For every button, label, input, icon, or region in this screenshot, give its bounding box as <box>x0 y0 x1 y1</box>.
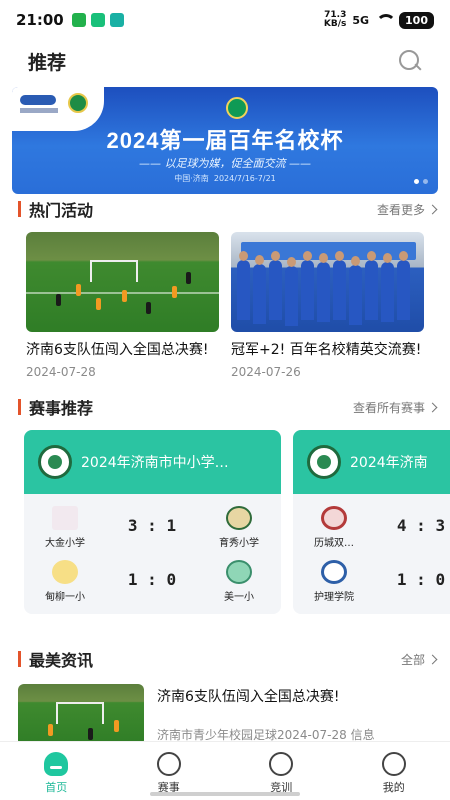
app-notification-icon <box>71 13 86 27</box>
match-game-row[interactable]: 护理学院 1 : 0 <box>293 554 450 610</box>
tab-home[interactable]: 首页 <box>0 742 113 800</box>
match-game-row[interactable]: 甸柳一小 1 : 0 美一小 <box>24 554 281 610</box>
app-notification-icon <box>109 13 124 27</box>
status-indicators: 71.3 KB/s 5G 100 <box>324 11 434 29</box>
team-logo-icon <box>52 560 78 584</box>
home-team: 历城双… <box>299 506 369 549</box>
home-team: 甸柳一小 <box>30 560 100 603</box>
section-accent-bar <box>18 399 21 415</box>
see-all-matches-link[interactable]: 查看所有赛事 <box>353 399 438 416</box>
section-title: 赛事推荐 <box>29 399 94 418</box>
news-item[interactable]: 济南6支队伍闯入全国总决赛! 济南市青少年校园足球2024-07-28 信息 <box>18 684 438 746</box>
away-team: 美一小 <box>204 560 274 603</box>
news-title: 济南6支队伍闯入全国总决赛! <box>157 689 340 705</box>
activity-title: 济南6支队伍闯入全国总决赛! <box>26 342 209 358</box>
league-logo-icon <box>38 445 72 479</box>
banner-title: 2024第一届百年名校杯 <box>106 128 344 153</box>
activity-image <box>26 232 219 332</box>
compass-icon <box>269 752 294 776</box>
face-icon <box>381 752 406 776</box>
carousel-indicator <box>414 179 428 184</box>
section-accent-bar <box>18 651 21 667</box>
chevron-right-icon <box>427 402 438 412</box>
system-home-indicator[interactable] <box>150 792 300 796</box>
match-name: 2024年济南 <box>350 455 428 471</box>
home-team: 护理学院 <box>299 560 369 603</box>
home-team: 大金小学 <box>30 506 100 549</box>
match-score: 1 : 0 <box>396 570 446 589</box>
match-game-row[interactable]: 历城双… 4 : 3 <box>293 500 450 556</box>
match-name: 2024年济南市中小学… <box>81 455 229 471</box>
section-title: 热门活动 <box>29 201 94 220</box>
away-team: 育秀小学 <box>204 506 274 549</box>
activity-card[interactable]: 济南6支队伍闯入全国总决赛! 2024-07-28 <box>26 232 221 379</box>
search-icon[interactable] <box>398 49 422 73</box>
carousel-dot[interactable] <box>414 179 419 184</box>
battery-icon: 100 <box>399 11 434 29</box>
chevron-right-icon <box>427 654 438 664</box>
banner-subtitle: —— 以足球为媒，促全面交流 —— <box>139 157 311 170</box>
wifi-icon <box>375 14 397 26</box>
match-score: 4 : 3 <box>396 516 446 535</box>
league-logo-icon <box>307 445 341 479</box>
signal-icon: 5G <box>352 13 370 27</box>
match-carousel[interactable]: 2024年济南市中小学… 大金小学 3 : 1 育秀小学 甸柳一小 1 : 0 … <box>24 430 450 614</box>
match-score: 3 : 1 <box>127 516 177 535</box>
section-title: 最美资讯 <box>29 651 94 670</box>
activity-title: 冠军+2! 百年名校精英交流赛! <box>231 342 422 358</box>
activity-card[interactable]: 冠军+2! 百年名校精英交流赛! 2024-07-26 <box>231 232 426 379</box>
match-card[interactable]: 2024年济南 历城双… 4 : 3 护理学院 1 : 0 <box>293 430 450 614</box>
team-logo-icon <box>226 506 252 530</box>
team-logo-icon <box>321 506 347 530</box>
section-hot-activities: 热门活动 查看更多 <box>18 198 438 220</box>
app-notification-icon <box>90 13 105 27</box>
activity-date: 2024-07-28 <box>26 365 96 379</box>
association-logo <box>20 95 56 105</box>
carousel-dot[interactable] <box>423 179 428 184</box>
team-logo-icon <box>52 506 78 530</box>
clock-icon <box>156 752 181 776</box>
section-news: 最美资讯 全部 <box>18 648 438 670</box>
promo-banner[interactable]: 2024第一届百年名校杯 —— 以足球为媒，促全面交流 —— 中国·济南 202… <box>12 87 438 194</box>
chevron-right-icon <box>427 204 438 214</box>
see-more-link[interactable]: 查看更多 <box>377 201 438 218</box>
home-icon <box>44 752 69 776</box>
section-matches: 赛事推荐 查看所有赛事 <box>18 396 438 418</box>
school-emblem-icon <box>68 93 88 113</box>
match-header: 2024年济南市中小学… <box>24 430 281 494</box>
match-header: 2024年济南 <box>293 430 450 494</box>
match-game-row[interactable]: 大金小学 3 : 1 育秀小学 <box>24 500 281 556</box>
association-logo-text <box>20 108 58 113</box>
header: 推荐 <box>0 44 450 78</box>
status-time: 21:00 <box>16 11 64 29</box>
team-logo-icon <box>321 560 347 584</box>
section-accent-bar <box>18 201 21 217</box>
match-card[interactable]: 2024年济南市中小学… 大金小学 3 : 1 育秀小学 甸柳一小 1 : 0 … <box>24 430 281 614</box>
activity-image <box>231 232 424 332</box>
see-all-news-link[interactable]: 全部 <box>401 651 438 668</box>
match-score: 1 : 0 <box>127 570 177 589</box>
page-title: 推荐 <box>28 51 67 74</box>
news-image <box>18 684 144 746</box>
activity-date: 2024-07-26 <box>231 365 301 379</box>
team-logo-icon <box>226 560 252 584</box>
cup-emblem-icon <box>226 97 248 119</box>
status-bar: 21:00 71.3 KB/s 5G 100 <box>0 0 450 40</box>
tab-profile[interactable]: 我的 <box>338 742 450 800</box>
banner-location: 中国·济南 2024/7/16-7/21 <box>174 174 276 183</box>
network-speed: 71.3 KB/s <box>323 10 347 29</box>
